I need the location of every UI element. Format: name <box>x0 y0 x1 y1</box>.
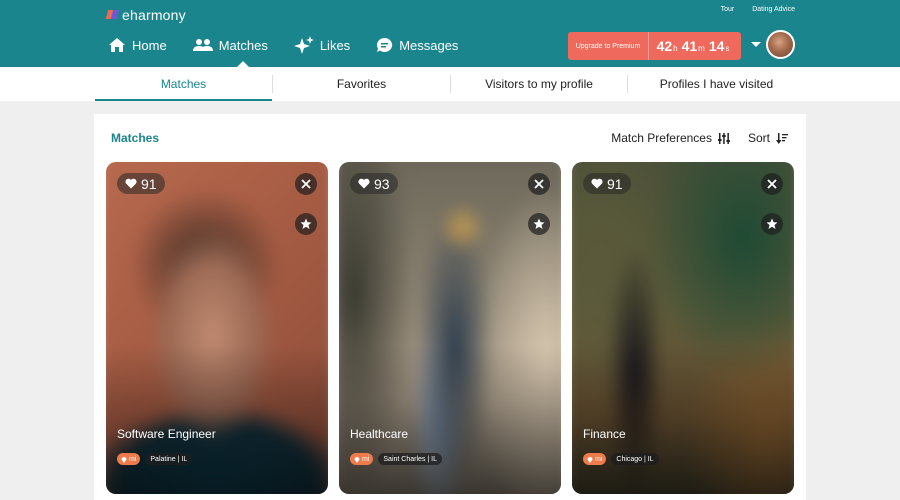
user-avatar[interactable] <box>766 30 795 59</box>
location-pin-icon <box>587 456 593 463</box>
profile-tags: mi Chicago | IL <box>583 453 659 465</box>
match-score-badge: 91 <box>583 173 631 194</box>
section-title: Matches <box>111 131 160 145</box>
heart-icon <box>358 178 370 189</box>
sort-button[interactable]: Sort <box>748 131 788 145</box>
tab-matches[interactable]: Matches <box>95 67 272 101</box>
star-icon <box>533 218 545 229</box>
nav-matches[interactable]: Matches <box>192 34 268 68</box>
upgrade-premium-button[interactable]: Upgrade to Premium 42 h 41 m 14 s <box>568 32 741 60</box>
logo-mark-icon <box>107 9 119 21</box>
heart-icon <box>125 178 137 189</box>
matches-panel: Matches Match Preferences Sort 91 Softwa… <box>94 114 806 500</box>
sliders-icon <box>717 132 730 144</box>
match-card[interactable]: 91 Finance mi Chicago | IL <box>572 162 794 494</box>
profile-occupation: Healthcare <box>350 427 409 441</box>
dismiss-button[interactable] <box>528 173 550 195</box>
star-icon <box>300 218 312 229</box>
dismiss-button[interactable] <box>295 173 317 195</box>
timer-minutes-unit: m <box>698 44 705 53</box>
close-icon <box>767 179 777 189</box>
chat-icon <box>377 37 393 52</box>
distance-tag: mi <box>583 453 607 465</box>
tab-visitors[interactable]: Visitors to my profile <box>451 67 627 101</box>
location-tag: Palatine | IL <box>145 453 193 465</box>
match-score: 91 <box>607 175 623 192</box>
tab-profiles-visited[interactable]: Profiles I have visited <box>628 67 805 101</box>
panel-actions: Match Preferences Sort <box>611 131 788 145</box>
profile-occupation: Finance <box>583 427 626 441</box>
countdown-timer: 42 h 41 m 14 s <box>648 32 741 60</box>
location-pin-icon <box>121 456 127 463</box>
people-icon <box>192 39 213 51</box>
match-score-badge: 93 <box>350 173 398 194</box>
card-shade <box>106 162 328 494</box>
sort-icon <box>776 132 788 144</box>
tab-favorites[interactable]: Favorites <box>273 67 450 101</box>
nav-home[interactable]: Home <box>108 34 167 56</box>
nav-matches-label: Matches <box>218 37 268 53</box>
timer-minutes: 41 <box>681 38 698 54</box>
tour-link[interactable]: Tour <box>721 6 735 13</box>
distance-unit: mi <box>129 455 137 463</box>
location-tag: Chicago | IL <box>611 453 659 465</box>
dismiss-button[interactable] <box>761 173 783 195</box>
profile-occupation: Software Engineer <box>117 427 216 441</box>
card-shade <box>572 162 794 494</box>
logo-text: eharmony <box>122 7 186 23</box>
location-pin-icon <box>354 456 360 463</box>
sort-label: Sort <box>747 131 770 145</box>
timer-hours: 42 <box>656 38 673 54</box>
heart-icon <box>591 178 603 189</box>
profile-tags: mi Palatine | IL <box>117 453 193 465</box>
timer-seconds-unit: s <box>725 44 730 53</box>
timer-seconds: 14 <box>708 38 725 54</box>
close-icon <box>301 179 311 189</box>
top-links: Tour Dating Advice <box>721 6 795 13</box>
match-score-badge: 91 <box>117 173 165 194</box>
nav-home-label: Home <box>132 37 167 53</box>
nav-likes-label: Likes <box>319 37 351 53</box>
distance-tag: mi <box>350 453 374 465</box>
match-card[interactable]: 91 Software Engineer mi Palatine | IL <box>106 162 328 494</box>
eharmony-logo[interactable]: eharmony <box>107 7 186 23</box>
nav-likes[interactable]: Likes <box>293 34 351 56</box>
star-icon <box>766 218 778 229</box>
favorite-button[interactable] <box>528 213 550 235</box>
home-icon <box>109 38 125 52</box>
upgrade-label: Upgrade to Premium <box>568 32 648 60</box>
card-shade <box>339 162 561 494</box>
match-score: 93 <box>374 175 390 192</box>
nav-messages-label: Messages <box>399 37 459 53</box>
match-score: 91 <box>141 175 157 192</box>
distance-tag: mi <box>117 453 141 465</box>
favorite-button[interactable] <box>761 213 783 235</box>
profile-tags: mi Saint Charles | IL <box>350 453 442 465</box>
favorite-button[interactable] <box>295 213 317 235</box>
location-tag: Saint Charles | IL <box>378 453 442 465</box>
match-preferences-label: Match Preferences <box>611 131 712 145</box>
match-preferences-button[interactable]: Match Preferences <box>611 131 730 145</box>
main-nav: Home Matches Likes Messages <box>108 34 484 68</box>
account-dropdown-caret-icon[interactable] <box>751 42 761 47</box>
timer-hours-unit: h <box>673 44 678 53</box>
match-card[interactable]: 93 Healthcare mi Saint Charles | IL <box>339 162 561 494</box>
app-header: eharmony Tour Dating Advice Home Matches… <box>0 0 900 68</box>
close-icon <box>534 179 544 189</box>
dating-advice-link[interactable]: Dating Advice <box>752 6 795 13</box>
nav-messages[interactable]: Messages <box>376 34 458 56</box>
distance-unit: mi <box>595 455 603 463</box>
sparkle-icon <box>293 36 314 54</box>
matches-tabs: Matches Favorites Visitors to my profile… <box>0 67 900 101</box>
distance-unit: mi <box>362 455 370 463</box>
